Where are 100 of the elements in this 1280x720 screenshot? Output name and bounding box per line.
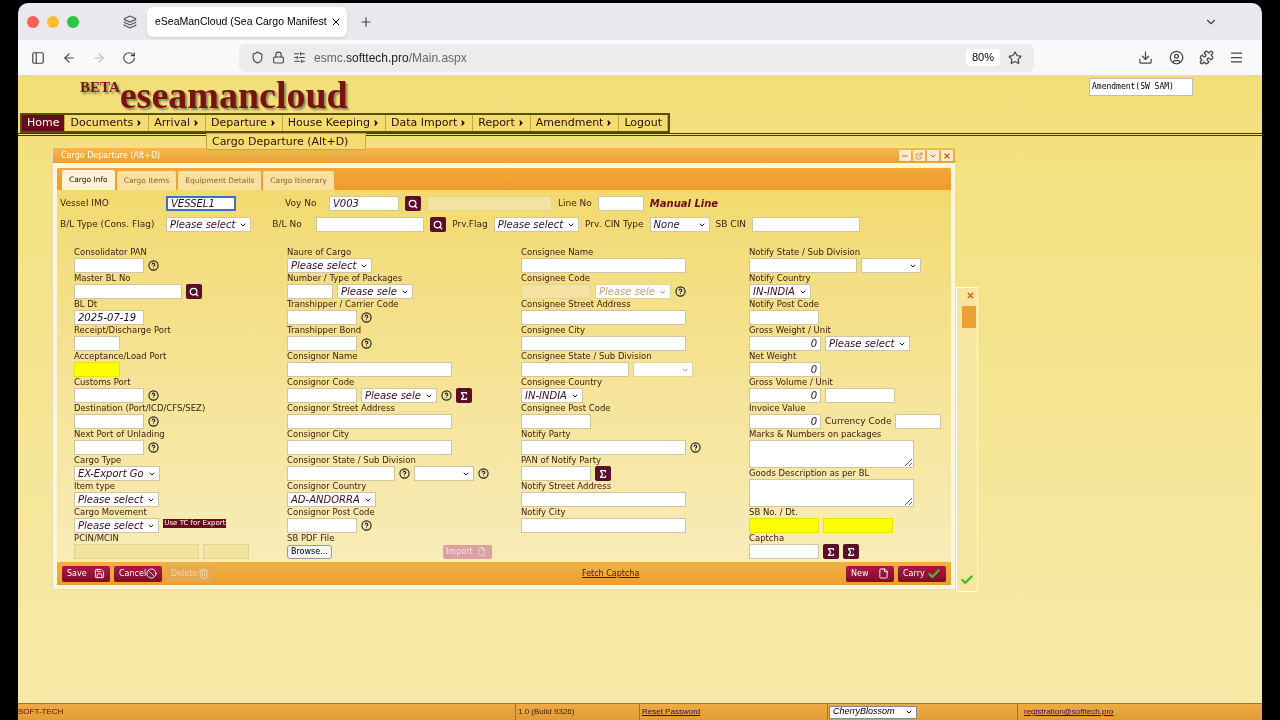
menu-item[interactable]: Documents: [65, 115, 150, 131]
input-field[interactable]: 2025-07-19: [74, 310, 144, 325]
sigma-button[interactable]: [843, 544, 859, 559]
input-field[interactable]: [74, 388, 144, 403]
account-icon[interactable]: [1169, 50, 1184, 65]
dropdown[interactable]: EX-Export Go: [74, 466, 160, 481]
input-field[interactable]: [521, 414, 591, 429]
input-field[interactable]: [749, 310, 819, 325]
menu-icon[interactable]: [1229, 50, 1244, 65]
dropdown[interactable]: Please select: [74, 518, 160, 533]
search-button[interactable]: [430, 217, 447, 232]
extensions-icon[interactable]: [1199, 50, 1214, 65]
input-field[interactable]: [749, 518, 819, 533]
help-icon[interactable]: [361, 338, 372, 349]
dropdown[interactable]: Please sele: [361, 388, 437, 403]
reload-icon[interactable]: [122, 50, 136, 65]
input-field[interactable]: [74, 440, 144, 455]
dropdown[interactable]: IN-INDIA: [749, 284, 811, 299]
input-field[interactable]: [74, 362, 120, 377]
input-field[interactable]: [521, 518, 686, 533]
popout-button[interactable]: [913, 150, 925, 161]
input-field[interactable]: [287, 362, 452, 377]
input-field[interactable]: [597, 196, 644, 211]
permissions-icon[interactable]: [293, 51, 306, 64]
browser-tab[interactable]: eSeaManCloud (Sea Cargo Manifest: [147, 6, 347, 37]
help-icon[interactable]: [148, 390, 159, 401]
input-field[interactable]: [74, 258, 144, 273]
address-bar[interactable]: esmc.softtech.pro/Main.aspx 80%: [239, 43, 1034, 72]
input-field[interactable]: 0: [749, 414, 821, 429]
input-field[interactable]: [74, 336, 120, 351]
theme-dropdown[interactable]: CherryBlossom: [829, 705, 917, 719]
help-icon[interactable]: [361, 520, 372, 531]
help-icon[interactable]: [674, 286, 686, 297]
minimize-window-icon[interactable]: [47, 15, 59, 28]
input-field[interactable]: [287, 284, 333, 299]
text-area[interactable]: [749, 479, 914, 507]
input-field[interactable]: [749, 258, 857, 273]
cancel-button[interactable]: Cancel: [114, 565, 162, 582]
close-window-icon[interactable]: [27, 15, 39, 28]
dropdown[interactable]: None: [649, 217, 710, 232]
new-tab-icon[interactable]: [359, 14, 373, 29]
help-icon[interactable]: [440, 390, 452, 401]
input-field[interactable]: [287, 466, 395, 481]
input-field[interactable]: [287, 310, 357, 325]
input-field[interactable]: [287, 388, 357, 403]
help-icon[interactable]: [399, 468, 410, 479]
dropdown[interactable]: Please select: [287, 258, 373, 273]
forward-icon[interactable]: [92, 50, 106, 65]
collapse-button[interactable]: [927, 150, 939, 161]
sigma-button[interactable]: [595, 466, 611, 481]
menu-item[interactable]: Amendment: [530, 115, 620, 131]
dropdown[interactable]: Please select: [493, 217, 580, 232]
input-field[interactable]: [287, 440, 452, 455]
input-field[interactable]: [521, 492, 686, 507]
input-field[interactable]: [521, 336, 686, 351]
input-field[interactable]: [74, 284, 182, 299]
input-field[interactable]: [752, 217, 860, 232]
dropdown[interactable]: Please sele: [337, 284, 413, 299]
back-icon[interactable]: [62, 50, 76, 65]
menu-item[interactable]: Data Import: [385, 115, 474, 131]
dropdown[interactable]: Please select: [166, 217, 252, 232]
shield-icon[interactable]: [251, 51, 264, 64]
help-icon[interactable]: [361, 312, 372, 323]
help-icon[interactable]: [148, 442, 159, 453]
dropdown-menu-item[interactable]: Cargo Departure (Alt+D): [206, 134, 365, 149]
download-icon[interactable]: [1138, 50, 1153, 65]
dropdown[interactable]: [861, 258, 921, 273]
input-field[interactable]: [521, 362, 629, 377]
input-field[interactable]: [287, 336, 357, 351]
input-field[interactable]: [287, 414, 452, 429]
fetch-captcha-link[interactable]: Fetch Captcha: [582, 567, 640, 580]
zoom-level-badge[interactable]: 80%: [965, 49, 1000, 66]
input-field[interactable]: [825, 388, 895, 403]
input-field[interactable]: [749, 544, 819, 559]
input-field[interactable]: [316, 217, 425, 232]
maximize-window-icon[interactable]: [67, 15, 79, 28]
menu-item[interactable]: Departure: [205, 115, 283, 131]
lock-icon[interactable]: [272, 51, 285, 64]
menu-item[interactable]: House Keeping: [282, 115, 386, 131]
help-icon[interactable]: [148, 260, 159, 271]
input-field[interactable]: [521, 258, 686, 273]
search-button[interactable]: [405, 196, 421, 211]
input-field[interactable]: [823, 518, 893, 533]
menu-item[interactable]: Report: [473, 115, 531, 131]
carry-button[interactable]: Carry: [898, 565, 946, 582]
help-icon[interactable]: [148, 416, 159, 427]
sigma-button[interactable]: [823, 544, 839, 559]
minimize-button[interactable]: [899, 150, 911, 161]
input-field[interactable]: 0: [749, 362, 821, 377]
dropdown[interactable]: Please select: [74, 492, 160, 507]
input-field[interactable]: VESSEL1: [166, 196, 236, 211]
tab-group-icon[interactable]: [123, 14, 137, 29]
input-field[interactable]: V003: [329, 196, 399, 211]
save-button[interactable]: Save: [62, 565, 110, 582]
browse-button[interactable]: Browse...: [287, 544, 332, 559]
close-button[interactable]: [941, 150, 953, 161]
dropdown[interactable]: Please select: [825, 336, 911, 351]
reset-password-link[interactable]: Reset Password: [642, 706, 701, 718]
input-field[interactable]: [895, 414, 942, 429]
input-field[interactable]: [521, 466, 591, 481]
